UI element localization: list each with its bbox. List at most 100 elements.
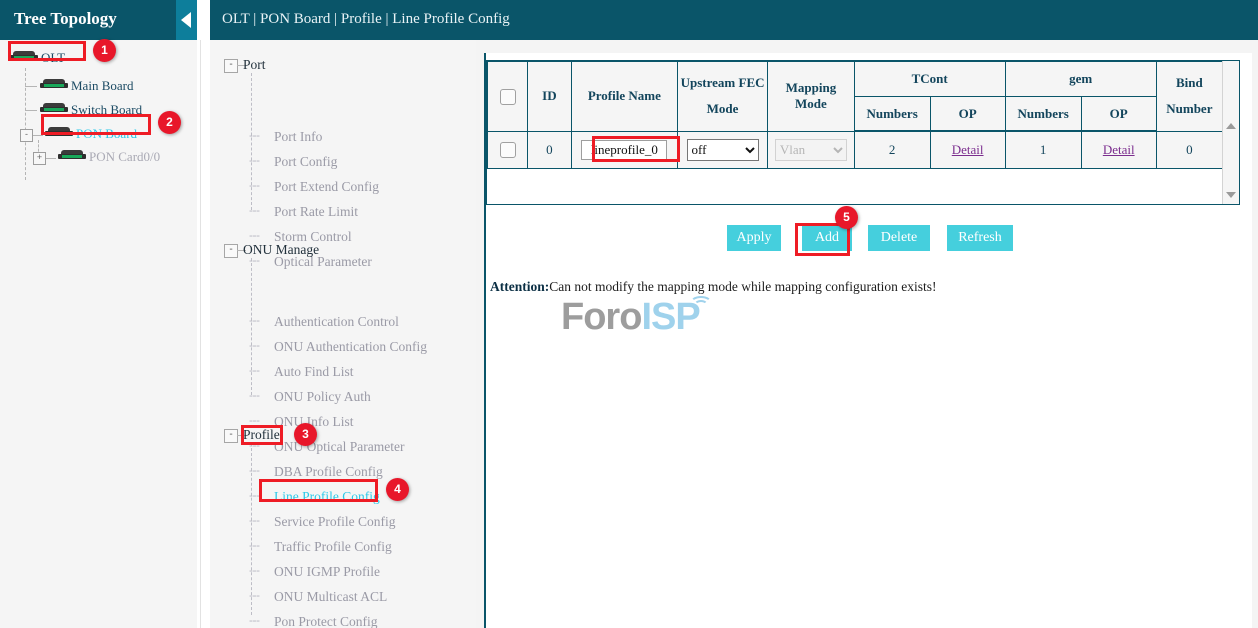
menu-dash: --- — [249, 128, 260, 142]
menu-divider — [200, 40, 201, 628]
callout-badge-5: 5 — [835, 206, 858, 229]
row-id: 0 — [528, 131, 572, 169]
menu-dash: --- — [249, 203, 260, 217]
tree-branch-line — [25, 110, 37, 111]
menu-dash: --- — [249, 463, 260, 477]
select-all-checkbox[interactable] — [500, 89, 516, 105]
board-icon — [10, 51, 38, 63]
menu-dash: --- — [249, 613, 260, 627]
action-button-row: Apply Add Delete Refresh — [486, 225, 1240, 253]
callout-badge-4: 4 — [386, 478, 409, 501]
table-header-gem-numbers: Numbers — [1005, 97, 1081, 132]
menu-item-onu-policy-auth[interactable]: ONU Policy Auth — [274, 389, 371, 405]
tree-topology-header: Tree Topology — [0, 0, 197, 40]
tree-expander-pon-board[interactable]: - — [20, 129, 33, 142]
menu-dash: --- — [249, 363, 260, 377]
attention-message: Attention:Can not modify the mapping mod… — [490, 279, 937, 295]
scroll-down-arrow-icon[interactable] — [1226, 192, 1236, 198]
wifi-arcs-icon — [688, 295, 714, 309]
content-panel: ID Profile Name Upstream FEC Mode Mappin… — [484, 53, 1252, 628]
menu-group-port[interactable]: Port — [243, 57, 266, 73]
menu-group-profile[interactable]: Profile — [243, 427, 280, 443]
row-gem-numbers: 1 — [1005, 131, 1081, 169]
attention-label: Attention: — [490, 279, 549, 294]
menu-item-port-rate-limit[interactable]: Port Rate Limit — [274, 204, 358, 220]
profile-name-input[interactable] — [581, 140, 667, 160]
menu-dash: --- — [249, 413, 260, 427]
menu-item-service-profile-config[interactable]: Service Profile Config — [274, 514, 395, 530]
menu-dash: --- — [249, 538, 260, 552]
tree-node-label: PON Board — [76, 126, 137, 142]
board-icon — [58, 150, 86, 162]
tree-branch-line — [46, 158, 56, 159]
table-header-gem: gem — [1005, 62, 1156, 97]
attention-text: Can not modify the mapping mode while ma… — [549, 279, 936, 294]
menu-dash: --- — [249, 513, 260, 527]
menu-item-line-profile-config[interactable]: Line Profile Config — [274, 489, 380, 505]
delete-button[interactable]: Delete — [868, 225, 930, 251]
menu-item-traffic-profile-config[interactable]: Traffic Profile Config — [274, 539, 392, 555]
tree-expander-pon-card[interactable]: + — [33, 152, 46, 165]
menu-dash: --- — [249, 563, 260, 577]
menu-item-port-extend-config[interactable]: Port Extend Config — [274, 179, 379, 195]
row-checkbox[interactable] — [500, 142, 516, 158]
upstream-fec-mode-select[interactable]: off — [687, 139, 759, 161]
table-header-mapping-mode: Mapping Mode — [768, 62, 854, 132]
menu-item-auto-find-list[interactable]: Auto Find List — [274, 364, 354, 380]
menu-group-onu-manage[interactable]: ONU Manage — [243, 242, 319, 258]
tree-node-label: Main Board — [71, 78, 133, 94]
panel-gutter — [197, 0, 210, 628]
table-row: 0 off Vlan — [488, 131, 1223, 169]
table-body: 0 off Vlan — [488, 131, 1223, 169]
board-icon — [45, 127, 73, 139]
table-header-tcont-numbers: Numbers — [854, 97, 930, 132]
tree-topology-title: Tree Topology — [14, 9, 117, 29]
menu-expander-profile[interactable]: - — [224, 429, 238, 443]
menu-dash: --- — [249, 313, 260, 327]
row-tcont-op-cell: Detail — [930, 131, 1005, 169]
refresh-button[interactable]: Refresh — [947, 225, 1013, 251]
menu-item-dba-profile-config[interactable]: DBA Profile Config — [274, 464, 383, 480]
menu-item-port-info[interactable]: Port Info — [274, 129, 322, 145]
menu-item-port-config[interactable]: Port Config — [274, 154, 337, 170]
menu-dash: --- — [249, 153, 260, 167]
menu-item-pon-protect-config[interactable]: Pon Protect Config — [274, 614, 378, 628]
sidebar-collapse-button[interactable] — [176, 0, 197, 40]
table-header-id: ID — [528, 62, 572, 132]
callout-badge-1: 1 — [93, 39, 116, 62]
menu-expander-onu-manage[interactable]: - — [224, 244, 238, 258]
scroll-up-arrow-icon[interactable] — [1226, 123, 1236, 129]
navigation-menu-panel: - Port --- Port Info --- Port Config ---… — [210, 40, 476, 628]
watermark-part1: Foro — [561, 296, 641, 338]
breadcrumb-bar: OLT | PON Board | Profile | Line Profile… — [210, 0, 1258, 40]
row-upstream-fec-cell: off — [677, 131, 767, 169]
tcont-detail-link[interactable]: Detail — [952, 142, 984, 157]
menu-item-onu-multicast-acl[interactable]: ONU Multicast ACL — [274, 589, 387, 605]
menu-expander-port[interactable]: - — [224, 59, 238, 73]
menu-dash: --- — [249, 178, 260, 192]
left-triangle-icon — [181, 12, 191, 28]
row-bind-number: 0 — [1156, 131, 1222, 169]
menu-item-onu-optical-parameter[interactable]: ONU Optical Parameter — [274, 439, 404, 455]
table-header: ID Profile Name Upstream FEC Mode Mappin… — [488, 62, 1223, 132]
table-header-select-all — [488, 62, 528, 132]
row-profile-name-cell — [571, 131, 677, 169]
menu-item-onu-authentication-config[interactable]: ONU Authentication Config — [274, 339, 427, 355]
menu-item-onu-igmp-profile[interactable]: ONU IGMP Profile — [274, 564, 380, 580]
table-header-tcont-op: OP — [930, 97, 1005, 132]
gem-detail-link[interactable]: Detail — [1103, 142, 1135, 157]
table-header-profile-name: Profile Name — [571, 62, 677, 132]
row-tcont-numbers: 2 — [854, 131, 930, 169]
app-root: Tree Topology OLT Main Board — [0, 0, 1258, 628]
apply-button[interactable]: Apply — [727, 225, 781, 251]
callout-badge-2: 2 — [158, 111, 181, 134]
tree-node-label: PON Card0/0 — [89, 149, 160, 165]
table-header-upstream-fec-mode: Upstream FEC Mode — [677, 62, 767, 132]
menu-dash: --- — [249, 488, 260, 502]
menu-item-authentication-control[interactable]: Authentication Control — [274, 314, 399, 330]
mapping-mode-select: Vlan — [775, 139, 847, 161]
row-gem-op-cell: Detail — [1081, 131, 1156, 169]
tree-node-label: OLT — [41, 50, 65, 66]
table-vertical-scrollbar[interactable] — [1222, 61, 1239, 204]
foroisp-watermark: ForoISP — [561, 296, 700, 339]
